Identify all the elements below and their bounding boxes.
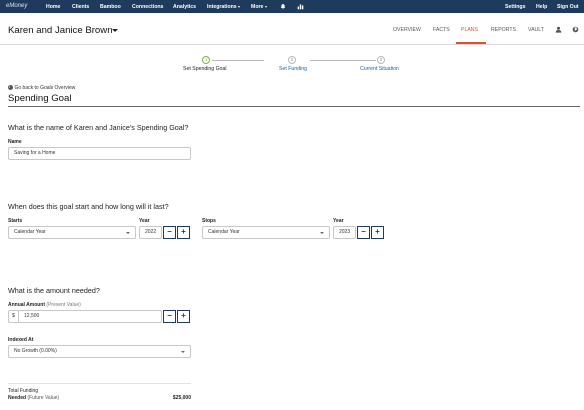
- annual-amount-label: Annual Amount (Present Value): [8, 302, 81, 308]
- annual-amount-label-text: Annual Amount: [8, 302, 46, 308]
- chevron-down-icon: [126, 232, 130, 234]
- nav-connections[interactable]: Connections: [132, 4, 163, 10]
- name-question: What is the name of Karen and Janice's S…: [8, 123, 189, 132]
- nav-settings[interactable]: Settings: [505, 4, 525, 10]
- totals-divider: [8, 383, 191, 384]
- chevron-down-icon: [320, 232, 324, 234]
- tab-reports[interactable]: REPORTS: [491, 27, 516, 33]
- stop-year-input[interactable]: 2023: [333, 226, 356, 239]
- globe-icon[interactable]: [572, 26, 579, 33]
- back-to-goals-link[interactable]: Go back to Goals Overview: [8, 85, 75, 91]
- tab-vault[interactable]: VAULT: [528, 27, 544, 33]
- tab-facts[interactable]: FACTS: [433, 27, 450, 33]
- starts-label: Starts: [8, 218, 23, 224]
- stops-select-value: Calendar Year: [208, 229, 240, 235]
- indexed-at-select-value: No Growth (0.00%): [14, 348, 57, 354]
- needed-sublabel: (Future Value): [27, 395, 60, 401]
- stepper-connector: [212, 60, 264, 61]
- step-2-circle: 2: [288, 56, 296, 64]
- step-3-circle: 3: [377, 56, 385, 64]
- starts-select[interactable]: Calendar Year: [8, 226, 136, 239]
- top-nav: eMoney Home Clients Bamboo Connections A…: [0, 0, 584, 13]
- emoney-logo[interactable]: eMoney: [6, 3, 27, 9]
- chevron-down-icon: [181, 351, 185, 353]
- name-label: Name: [8, 139, 22, 145]
- client-header: Karen and Janice Brown OVERVIEW FACTS PL…: [0, 13, 584, 45]
- title-divider: [8, 106, 580, 107]
- needed-label-text: Needed: [8, 395, 27, 401]
- nav-integrations-label: Integrations: [207, 4, 237, 10]
- back-arrow-icon: [8, 85, 13, 90]
- stop-year-decrement-button[interactable]: −: [357, 226, 370, 239]
- annual-amount-input[interactable]: 12,500: [18, 310, 162, 323]
- stop-year-increment-button[interactable]: +: [371, 226, 384, 239]
- user-icon[interactable]: [555, 26, 562, 33]
- stops-select[interactable]: Calendar Year: [202, 226, 330, 239]
- start-year-increment-button[interactable]: +: [177, 226, 190, 239]
- indexed-at-select[interactable]: No Growth (0.00%): [8, 345, 191, 358]
- nav-clients[interactable]: Clients: [72, 4, 89, 10]
- stops-label: Stops: [202, 218, 216, 224]
- needed-value: $25,000: [172, 395, 191, 401]
- chevron-down-icon[interactable]: [112, 29, 118, 32]
- start-year-input[interactable]: 2022: [139, 226, 162, 239]
- start-year-label: Year: [139, 218, 150, 224]
- nav-analytics[interactable]: Analytics: [173, 4, 196, 10]
- annual-amount-sublabel: (Present Value): [46, 302, 81, 308]
- chevron-down-icon: [264, 5, 267, 8]
- currency-prefix: $: [8, 310, 18, 323]
- stop-year-label: Year: [333, 218, 344, 224]
- client-name[interactable]: Karen and Janice Brown: [8, 25, 113, 36]
- needed-label: Needed (Future Value): [8, 395, 59, 401]
- step-3-label[interactable]: Current Situation: [360, 66, 399, 72]
- tab-overview[interactable]: OVERVIEW: [393, 27, 421, 33]
- chevron-down-icon: [238, 5, 241, 8]
- nav-sign-out[interactable]: Sign Out: [557, 4, 579, 10]
- nav-bamboo[interactable]: Bamboo: [100, 4, 121, 10]
- bar-chart-icon[interactable]: [297, 3, 304, 10]
- total-funding-label: Total Funding: [8, 388, 39, 394]
- bell-icon[interactable]: [280, 3, 286, 10]
- step-1-circle: 1: [202, 56, 210, 64]
- start-year-decrement-button[interactable]: −: [163, 226, 176, 239]
- timing-question: When does this goal start and how long w…: [8, 202, 169, 211]
- amount-question: What is the amount needed?: [8, 286, 100, 295]
- goal-name-input[interactable]: Saving for a Home: [8, 147, 191, 160]
- amount-decrement-button[interactable]: −: [163, 310, 176, 323]
- active-tab-indicator: [456, 42, 486, 44]
- indexed-at-label: Indexed At: [8, 337, 34, 343]
- nav-home[interactable]: Home: [46, 4, 60, 10]
- nav-more-label: More: [251, 4, 264, 10]
- nav-integrations[interactable]: Integrations: [207, 4, 241, 10]
- page-title: Spending Goal: [8, 93, 72, 104]
- step-2-label[interactable]: Set Funding: [279, 66, 307, 72]
- nav-more[interactable]: More: [251, 4, 267, 10]
- amount-increment-button[interactable]: +: [177, 310, 190, 323]
- step-1-label: Set Spending Goal: [183, 66, 227, 72]
- stepper-connector: [310, 60, 376, 61]
- tab-plans[interactable]: PLANS: [461, 27, 478, 33]
- back-link-label: Go back to Goals Overview: [14, 85, 76, 91]
- nav-help[interactable]: Help: [536, 4, 547, 10]
- starts-select-value: Calendar Year: [14, 229, 46, 235]
